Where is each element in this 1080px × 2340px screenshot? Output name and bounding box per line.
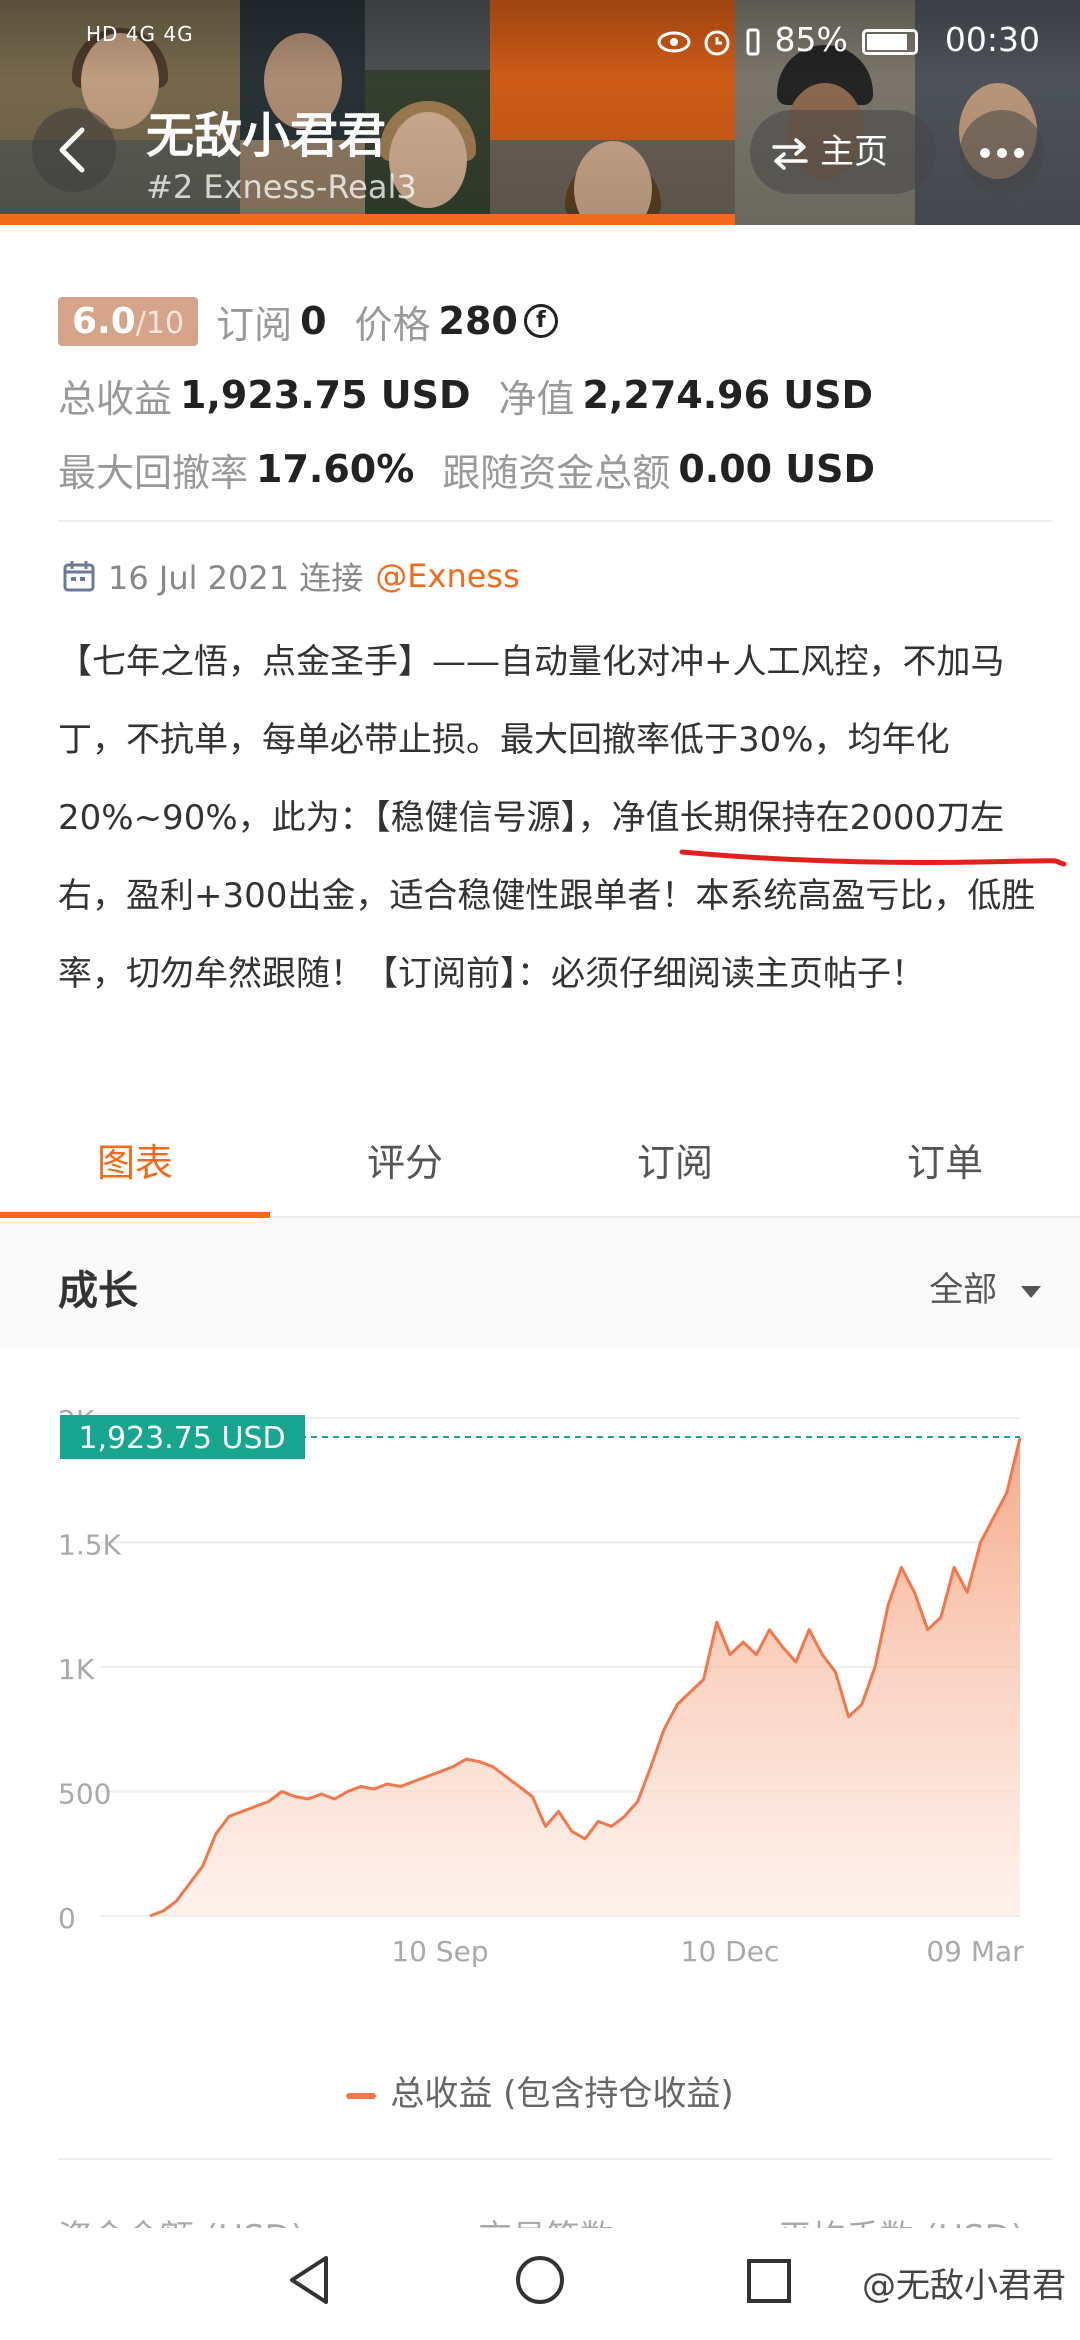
subscribe-count-value: 0: [300, 299, 327, 343]
stats-row-2: 总收益 1,923.75 USD 净值 2,274.96 USD: [58, 358, 1048, 432]
price-value: 280: [438, 299, 518, 343]
current-value-label: 1,923.75 USD: [78, 1421, 285, 1456]
more-dots-icon: [980, 148, 990, 158]
header-accent-bar: [0, 214, 735, 225]
total-profit-value: 1,923.75 USD: [180, 373, 471, 417]
stats-row-1: 6.0/10 订阅 0 价格 280 f: [58, 284, 1048, 358]
stats-table-header-cutoff: 资金余额 (USD) 交易笔数 平均手数 (USD): [58, 2198, 1052, 2228]
rating-denominator: /10: [135, 305, 185, 341]
y-tick-label: 1K: [58, 1653, 95, 1686]
signal-stats: 6.0/10 订阅 0 价格 280 f 总收益 1,923.75 USD 净值…: [58, 284, 1048, 506]
growth-chart: 05001K1.5K2K10 Sep10 Dec09 Mar1,923.75 U…: [0, 1348, 1080, 1968]
period-filter-label: 全部: [929, 1270, 998, 1310]
chart-legend: 总收益 (包含持仓收益): [0, 2066, 1080, 2115]
eye-icon: [657, 31, 691, 52]
max-drawdown-label: 最大回撤率: [58, 450, 249, 495]
x-tick-label: 09 Mar: [926, 1935, 1024, 1968]
cutoff-label: 平均手数 (USD): [778, 2210, 1024, 2228]
nav-back-icon[interactable]: [286, 2254, 334, 2306]
fx-coin-icon: f: [523, 304, 558, 338]
total-profit-label: 总收益: [58, 376, 173, 421]
tab-rating[interactable]: 评分: [270, 1118, 540, 1216]
battery-icon: [862, 28, 919, 55]
tab-bar: 图表 评分 订阅 订单: [0, 1118, 1080, 1218]
stats-row-3: 最大回撤率 17.60% 跟随资金总额 0.00 USD: [58, 432, 1048, 506]
section-header-background: [0, 1218, 1080, 1348]
follow-funds-value: 0.00 USD: [678, 447, 876, 491]
y-tick-label: 500: [58, 1778, 111, 1811]
cutoff-label: 资金余额 (USD): [58, 2210, 304, 2228]
vibrate-icon: [746, 28, 760, 55]
handwritten-underline: [679, 849, 1067, 867]
rating-badge: 6.0/10: [58, 296, 199, 346]
home-button-label: 主页: [820, 132, 888, 172]
calendar-icon: [63, 561, 95, 592]
caret-down-icon: [1021, 1285, 1041, 1298]
section-title: 成长: [58, 1268, 138, 1314]
network-indicator: HD 4G 4G: [86, 22, 194, 46]
alarm-icon: [704, 30, 730, 55]
clock: 00:30: [944, 20, 1040, 59]
connection-date: 16 Jul 2021 连接: [108, 559, 364, 597]
more-button[interactable]: [960, 110, 1044, 194]
x-tick-label: 10 Dec: [681, 1935, 780, 1968]
growth-chart-svg: 05001K1.5K2K10 Sep10 Dec09 Mar1,923.75 U…: [58, 1404, 1024, 1968]
signal-description: 【七年之悟，点金圣手】——自动量化对冲+人工风控，不加马丁，不抗单，每单必带止损…: [58, 623, 1048, 1013]
status-bar-right: 85% 00:30: [657, 20, 1040, 59]
y-tick-label: 1.5K: [58, 1529, 122, 1562]
x-tick-label: 10 Sep: [391, 1935, 488, 1968]
connection-line: 16 Jul 2021 连接 @Exness: [62, 553, 520, 599]
y-tick-label: 0: [58, 1902, 76, 1935]
divider: [58, 2158, 1052, 2160]
max-drawdown-value: 17.60%: [256, 447, 415, 491]
home-button[interactable]: 主页: [750, 110, 936, 194]
rating-value: 6.0: [72, 300, 136, 342]
equity-label: 净值: [498, 376, 575, 421]
more-dots-icon: [1014, 148, 1024, 158]
tab-orders[interactable]: 订单: [810, 1118, 1080, 1216]
swap-icon: [772, 137, 808, 170]
description-highlight: 净值长期保持在2000刀: [611, 798, 971, 838]
nav-recents-icon[interactable]: [746, 2258, 792, 2304]
tab-subscriptions[interactable]: 订阅: [540, 1118, 810, 1216]
back-button[interactable]: [32, 108, 116, 192]
divider: [58, 520, 1052, 522]
header: HD 4G 4G 85% 00:30 无敌小君君 #2 Exness-Real3…: [0, 0, 1080, 225]
watermark: @无敌小君君: [862, 2266, 1066, 2306]
tab-chart[interactable]: 图表: [0, 1118, 270, 1218]
legend-label: 总收益 (包含持仓收益): [390, 2074, 734, 2114]
growth-area: [150, 1437, 1020, 1916]
battery-percent: 85%: [774, 20, 848, 59]
equity-value: 2,274.96 USD: [582, 373, 874, 417]
nav-home-icon[interactable]: [514, 2254, 566, 2306]
status-bar: HD 4G 4G 85% 00:30: [0, 0, 1080, 80]
page-title: 无敌小君君: [146, 108, 387, 164]
cutoff-label: 交易笔数: [478, 2210, 614, 2228]
subscribe-count-label: 订阅: [216, 302, 293, 347]
more-dots-icon: [997, 148, 1007, 158]
chevron-left-icon: [59, 127, 85, 173]
price-label: 价格: [354, 302, 431, 347]
follow-funds-label: 跟随资金总额: [442, 450, 671, 495]
period-filter-dropdown[interactable]: 全部: [929, 1262, 1042, 1311]
broker-link[interactable]: @Exness: [375, 557, 519, 595]
account-subtitle: #2 Exness-Real3: [146, 168, 417, 206]
legend-swatch: [346, 2092, 377, 2099]
